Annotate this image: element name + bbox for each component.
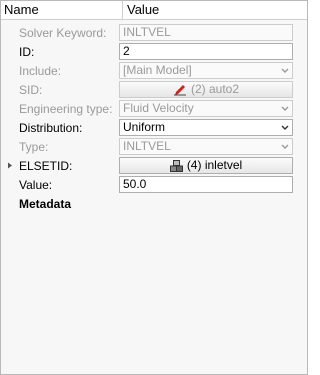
value-input[interactable]: 50.0 <box>119 176 293 193</box>
sid-button: (2) auto2 <box>119 81 293 98</box>
engineering-type-select: Fluid Velocity <box>119 100 293 117</box>
chevron-down-icon <box>281 68 289 73</box>
engineering-type-label: Engineering type: <box>19 101 113 116</box>
pen-icon <box>173 84 186 95</box>
row-id: ID: 2 <box>1 42 307 61</box>
elsetid-button-label: (4) inletvel <box>186 158 243 172</box>
chevron-down-icon <box>281 106 289 111</box>
row-type: Type: INLTVEL <box>1 137 307 156</box>
include-select-value: [Main Model] <box>123 63 192 77</box>
row-engineering-type: Engineering type: Fluid Velocity <box>1 99 307 118</box>
row-distribution: Distribution: Uniform <box>1 118 307 137</box>
element-set-icon <box>169 159 183 172</box>
value-label: Value: <box>19 177 53 192</box>
distribution-select[interactable]: Uniform <box>119 119 293 136</box>
solver-keyword-label: Solver Keyword: <box>19 25 107 40</box>
chevron-down-icon <box>281 125 289 130</box>
row-elsetid: ELSETID: (4) inletvel <box>1 156 307 175</box>
row-value: Value: 50.0 <box>1 175 307 194</box>
include-select: [Main Model] <box>119 62 293 79</box>
engineering-type-select-value: Fluid Velocity <box>123 101 194 115</box>
name-column-header: Name <box>1 1 123 19</box>
sid-label: SID: <box>19 82 43 97</box>
row-metadata: Metadata <box>1 194 307 213</box>
value-column-header: Value <box>127 2 160 17</box>
sid-button-label: (2) auto2 <box>190 82 240 96</box>
metadata-label[interactable]: Metadata <box>1 197 119 211</box>
elsetid-button[interactable]: (4) inletvel <box>119 157 293 174</box>
id-input[interactable]: 2 <box>119 43 293 60</box>
chevron-down-icon <box>281 144 289 149</box>
row-sid: SID: (2) auto2 <box>1 80 307 99</box>
id-label: ID: <box>19 44 35 59</box>
property-panel: Name Value Solver Keyword: INLTVEL ID: 2… <box>0 0 308 375</box>
elsetid-label: ELSETID: <box>19 158 73 173</box>
row-include: Include: [Main Model] <box>1 61 307 80</box>
row-solver-keyword: Solver Keyword: INLTVEL <box>1 23 307 42</box>
table-header: Name Value <box>1 1 307 20</box>
distribution-label: Distribution: <box>19 120 83 135</box>
distribution-select-value: Uniform <box>123 120 166 134</box>
solver-keyword-field: INLTVEL <box>119 24 293 41</box>
type-select-value: INLTVEL <box>123 139 171 153</box>
expand-arrow-icon[interactable] <box>7 162 13 169</box>
include-label: Include: <box>19 63 62 78</box>
type-select: INLTVEL <box>119 138 293 155</box>
type-label: Type: <box>19 139 49 154</box>
